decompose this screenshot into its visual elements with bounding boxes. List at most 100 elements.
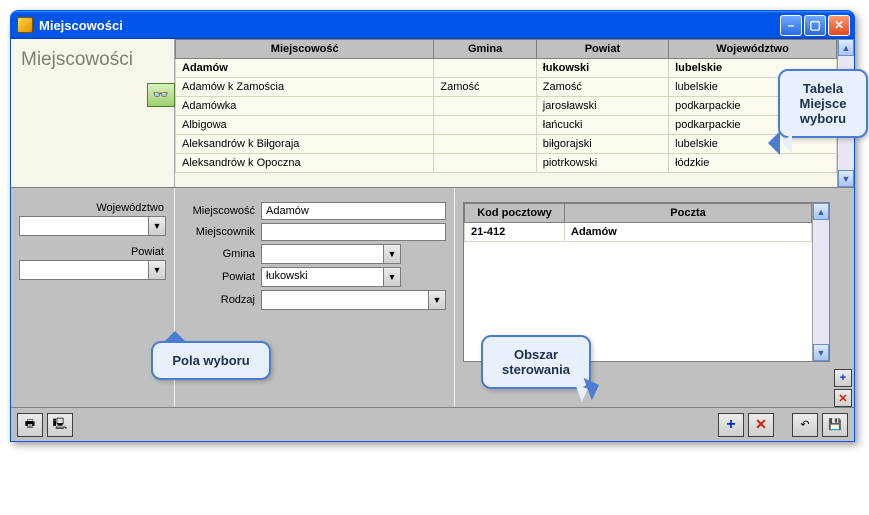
form-miejscowosc-label: Miejscowość [183,205,261,217]
table-row[interactable]: Adamówka jarosławski podkarpackie [176,97,837,116]
cell: Albigowa [176,116,434,135]
value: Adamów [266,205,309,217]
filter-powiat-combo[interactable]: ▼ [19,260,166,280]
cell: jarosławski [536,97,668,116]
cell [434,135,536,154]
scroll-down-icon[interactable]: ▼ [813,344,829,361]
col-powiat[interactable]: Powiat [536,40,668,59]
cell: łańcucki [536,116,668,135]
form-miejscowosc-input[interactable]: Adamów [261,202,446,220]
form-powiat-label: Powiat [183,271,261,283]
page-title: Miejscowości [21,49,168,71]
postal-delete-button[interactable]: ✕ [834,389,852,407]
cell: Aleksandrów k Opoczna [176,154,434,173]
table-row[interactable]: Adamów k Zamościa Zamość Zamość lubelski… [176,78,837,97]
scroll-up-icon[interactable]: ▲ [838,39,854,56]
window: Miejscowości – ▢ ✕ Miejscowości 👓 Miejsc… [10,10,855,442]
cell: Adamów [176,59,434,78]
form-gmina-combo[interactable]: ▼ [261,244,401,264]
table-row[interactable]: Adamów łukowski lubelskie [176,59,837,78]
scroll-down-icon[interactable]: ▼ [838,170,854,187]
cell: Adamówka [176,97,434,116]
main-table-wrap: Miejscowość Gmina Powiat Województwo Ada… [175,39,854,187]
callout-controls: Obszar sterowania [481,335,591,389]
table-row[interactable]: Albigowa łańcucki podkarpackie [176,116,837,135]
print-button[interactable]: 🖶 [17,413,43,437]
form-rodzaj-combo[interactable]: ▼ [261,290,446,310]
window-title: Miejscowości [39,18,780,33]
save-icon: 💾 [828,418,842,431]
form-rodzaj-label: Rodzaj [183,294,261,306]
value: łukowski [262,268,383,286]
callout-text: Tabela [803,81,843,96]
callout-fields: Pola wyboru [151,341,271,380]
undo-button[interactable]: ↶ [792,413,818,437]
binoculars-icon: 👓 [153,87,169,103]
chevron-down-icon[interactable]: ▼ [148,261,165,279]
cell [434,116,536,135]
cell: 21-412 [465,223,565,242]
callout-text: Obszar [514,347,558,362]
value [262,291,428,309]
chevron-down-icon[interactable]: ▼ [383,245,400,263]
undo-icon: ↶ [800,418,809,431]
desktop-icon: 🖳 [53,415,68,434]
maximize-button[interactable]: ▢ [804,15,826,36]
postal-table[interactable]: Kod pocztowy Poczta 21-412 Adamów [464,203,812,242]
cell: Zamość [434,78,536,97]
chevron-down-icon[interactable]: ▼ [428,291,445,309]
chevron-down-icon[interactable]: ▼ [383,268,400,286]
table-row[interactable]: Aleksandrów k Biłgoraja biłgorajski lube… [176,135,837,154]
sidebar-upper: Miejscowości 👓 [11,39,175,187]
search-button[interactable]: 👓 [147,83,175,107]
filter-panel: Województwo ▼ Powiat ▼ [11,188,175,407]
callout-text: sterowania [502,362,570,377]
printer-icon: 🖶 [25,415,35,434]
filter-powiat-label: Powiat [19,246,166,258]
locations-table[interactable]: Miejscowość Gmina Powiat Województwo Ada… [175,39,837,173]
col-wojewodztwo[interactable]: Województwo [669,40,837,59]
content-area: Miejscowości 👓 Miejscowość Gmina Powiat … [11,39,854,441]
cell: łukowski [536,59,668,78]
postal-add-button[interactable]: + [834,369,852,387]
cell: piotrkowski [536,154,668,173]
cell [434,59,536,78]
scroll-up-icon[interactable]: ▲ [813,203,829,220]
col-miejscowosc[interactable]: Miejscowość [176,40,434,59]
delete-record-button[interactable]: ✕ [748,413,774,437]
col-gmina[interactable]: Gmina [434,40,536,59]
cell [434,154,536,173]
cell: Adamów k Zamościa [176,78,434,97]
footer-toolbar: 🖶 🖳 + ✕ ↶ 💾 [11,407,854,441]
close-button[interactable]: ✕ [828,15,850,36]
cell: Aleksandrów k Biłgoraja [176,135,434,154]
callout-text: Miejsce [800,96,847,111]
callout-text: Pola wyboru [172,353,249,368]
filter-woj-combo[interactable]: ▼ [19,216,166,236]
value [262,245,383,263]
cell [434,97,536,116]
save-button[interactable]: 💾 [822,413,848,437]
titlebar[interactable]: Miejscowości – ▢ ✕ [11,11,854,39]
chevron-down-icon[interactable]: ▼ [148,217,165,235]
minimize-button[interactable]: – [780,15,802,36]
form-miejscownik-input[interactable] [261,223,446,241]
add-record-button[interactable]: + [718,413,744,437]
form-miejscownik-label: Miejscownik [183,226,261,238]
postal-scrollbar[interactable]: ▲ ▼ [812,203,829,361]
filter-powiat-value [20,261,148,279]
table-row[interactable]: Aleksandrów k Opoczna piotrkowski łódzki… [176,154,837,173]
col-poczta[interactable]: Poczta [565,204,812,223]
filter-woj-value [20,217,148,235]
table-row[interactable]: 21-412 Adamów [465,223,812,242]
col-kod[interactable]: Kod pocztowy [465,204,565,223]
cell: biłgorajski [536,135,668,154]
callout-text: wyboru [800,111,846,126]
form-gmina-label: Gmina [183,248,261,260]
device-button[interactable]: 🖳 [47,413,73,437]
cell: łódzkie [669,154,837,173]
form-powiat-combo[interactable]: łukowski ▼ [261,267,401,287]
callout-table: Tabela Miejsce wyboru [778,69,868,138]
filter-woj-label: Województwo [19,202,166,214]
cell: Zamość [536,78,668,97]
